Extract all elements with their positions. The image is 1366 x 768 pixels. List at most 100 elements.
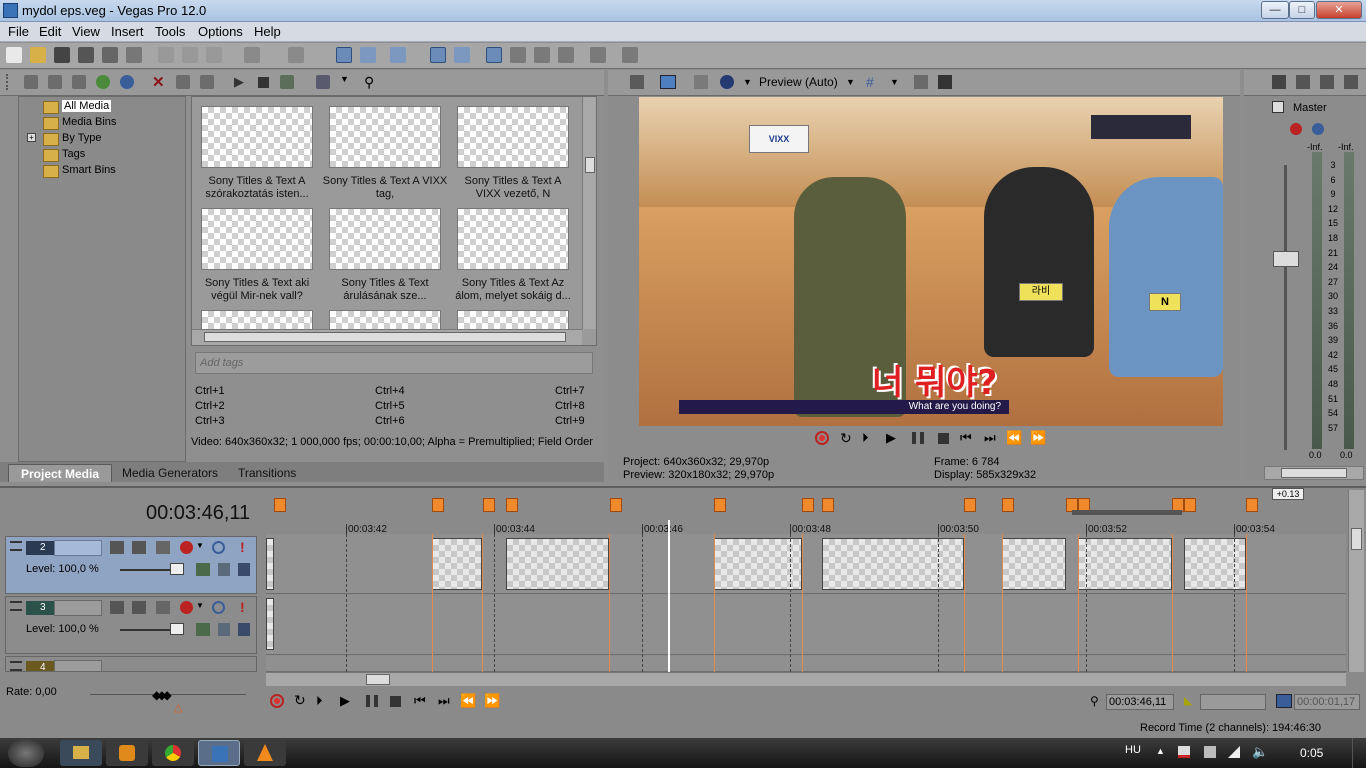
- rate-slider[interactable]: [90, 694, 246, 695]
- open-icon[interactable]: [30, 47, 46, 63]
- record-button[interactable]: [815, 431, 829, 445]
- expand-icon[interactable]: +: [27, 133, 36, 142]
- video-event[interactable]: [506, 538, 609, 590]
- stop-button[interactable]: [938, 433, 949, 444]
- marker[interactable]: [1246, 498, 1258, 512]
- track-header-video-4[interactable]: 4: [5, 656, 257, 672]
- snap-icon[interactable]: [430, 47, 446, 63]
- minimize-button[interactable]: —: [1261, 1, 1289, 19]
- tree-item-all-media[interactable]: All Media: [41, 99, 112, 114]
- language-indicator[interactable]: HU: [1125, 744, 1141, 756]
- lock-envelopes-icon[interactable]: [510, 47, 526, 63]
- capture-video-icon[interactable]: [48, 75, 62, 89]
- media-fx-icon[interactable]: [200, 75, 214, 89]
- scrollbar-thumb[interactable]: [204, 332, 566, 342]
- loop-button[interactable]: ↻: [294, 692, 306, 709]
- previous-frame-button[interactable]: ⏪: [1006, 430, 1022, 446]
- overlays-icon[interactable]: #: [866, 74, 874, 90]
- track-expand-icon[interactable]: [10, 601, 22, 611]
- loop-button[interactable]: ↻: [840, 430, 852, 447]
- taskbar-chrome[interactable]: [152, 740, 194, 766]
- close-button[interactable]: ✕: [1316, 1, 1362, 19]
- zoom-tool-icon[interactable]: [558, 47, 574, 63]
- copy-snapshot-icon[interactable]: [914, 75, 928, 89]
- tree-item-tags[interactable]: Tags: [41, 147, 85, 162]
- video-event[interactable]: [1078, 538, 1172, 590]
- timeline-horizontal-scrollbar[interactable]: [266, 672, 1346, 686]
- play-preview-icon[interactable]: ▶: [234, 74, 244, 90]
- track-header-video-2[interactable]: 2 ▼ ! Level: 100,0 %: [5, 536, 257, 594]
- external-monitor-icon[interactable]: [660, 75, 676, 89]
- maximize-button[interactable]: □: [1289, 1, 1315, 19]
- render-icon[interactable]: [102, 47, 118, 63]
- stop-button[interactable]: [390, 696, 401, 707]
- compositing-mode-icon[interactable]: [132, 601, 146, 614]
- track-header-video-3[interactable]: 3 ▼ ! Level: 100,0 %: [5, 596, 257, 654]
- dim-output-icon[interactable]: [1320, 75, 1334, 89]
- tab-project-media[interactable]: Project Media: [8, 464, 113, 482]
- go-to-end-button[interactable]: ⏭: [984, 430, 996, 446]
- show-desktop-button[interactable]: [1352, 738, 1366, 768]
- track-expand-down-icon[interactable]: [238, 563, 250, 576]
- marker[interactable]: [802, 498, 814, 512]
- tree-item-media-bins[interactable]: Media Bins: [41, 115, 116, 130]
- ripple-edit-icon[interactable]: [486, 47, 502, 63]
- previous-frame-button[interactable]: ⏪: [460, 693, 476, 709]
- timeline-ruler[interactable]: 00:03:42 00:03:44 00:03:46 00:03:48 00:0…: [266, 488, 1346, 535]
- tab-media-generators[interactable]: Media Generators: [110, 464, 230, 482]
- compositing-mode-icon[interactable]: [132, 541, 146, 554]
- media-thumbnail[interactable]: [329, 208, 441, 270]
- mute-icon[interactable]: [1344, 75, 1358, 89]
- level-slider-thumb[interactable]: [170, 563, 184, 575]
- dropdown-arrow-icon[interactable]: ▼: [846, 77, 855, 87]
- track-envelope-icon[interactable]: [196, 623, 210, 636]
- go-to-start-button[interactable]: ⏮: [960, 430, 972, 446]
- video-event[interactable]: [714, 538, 802, 590]
- views-icon[interactable]: [316, 75, 330, 89]
- remove-media-icon[interactable]: ✕: [152, 73, 165, 91]
- track-area[interactable]: [266, 520, 1346, 672]
- media-thumbnail[interactable]: [329, 106, 441, 168]
- parent-composite-icon[interactable]: [156, 601, 170, 614]
- downmix-icon[interactable]: [1296, 75, 1310, 89]
- mute-track-icon[interactable]: [212, 541, 225, 554]
- record-button[interactable]: [270, 694, 284, 708]
- dropdown-arrow-icon[interactable]: ▼: [196, 541, 204, 550]
- go-to-start-button[interactable]: ⏮: [414, 693, 426, 709]
- vertical-scrollbar[interactable]: [582, 97, 596, 329]
- search-icon[interactable]: ⚲: [364, 74, 374, 91]
- selection-length-display[interactable]: 00:00:01,17: [1294, 694, 1360, 710]
- preview-quality-select[interactable]: Preview (Auto): [759, 75, 838, 89]
- clock[interactable]: 0:05: [1300, 746, 1323, 760]
- marker[interactable]: [822, 498, 834, 512]
- marker[interactable]: [964, 498, 976, 512]
- add-tags-input[interactable]: Add tags: [195, 352, 593, 374]
- master-fx-button[interactable]: [1290, 123, 1302, 135]
- play-button[interactable]: ▶: [340, 693, 350, 709]
- play-button[interactable]: ▶: [886, 430, 896, 446]
- track-envelope-icon[interactable]: [196, 563, 210, 576]
- media-thumbnail[interactable]: [201, 106, 313, 168]
- rate-slider-thumb[interactable]: ◆◆◆: [152, 688, 172, 702]
- menu-tools[interactable]: Tools: [155, 24, 185, 39]
- refresh-icon[interactable]: [96, 75, 110, 89]
- taskbar-vlc[interactable]: [244, 740, 286, 766]
- marker[interactable]: [610, 498, 622, 512]
- paste-icon[interactable]: [206, 47, 222, 63]
- new-icon[interactable]: [6, 47, 22, 63]
- selection-start-display[interactable]: [1200, 694, 1266, 710]
- master-scrollbar[interactable]: [1264, 466, 1364, 480]
- track-fx-icon[interactable]: [180, 601, 193, 614]
- start-button[interactable]: [8, 739, 44, 767]
- video-event[interactable]: [1184, 538, 1246, 590]
- marker[interactable]: [506, 498, 518, 512]
- marker[interactable]: [714, 498, 726, 512]
- track-lock-icon[interactable]: [218, 623, 230, 636]
- menu-edit[interactable]: Edit: [39, 24, 61, 39]
- search-media-icon[interactable]: [120, 75, 134, 89]
- preview-quality-icon[interactable]: [720, 75, 734, 89]
- master-fx-icon[interactable]: [1272, 75, 1286, 89]
- dropdown-arrow-icon[interactable]: ▼: [743, 77, 752, 87]
- save-as-icon[interactable]: [78, 47, 94, 63]
- level-slider-thumb[interactable]: [170, 623, 184, 635]
